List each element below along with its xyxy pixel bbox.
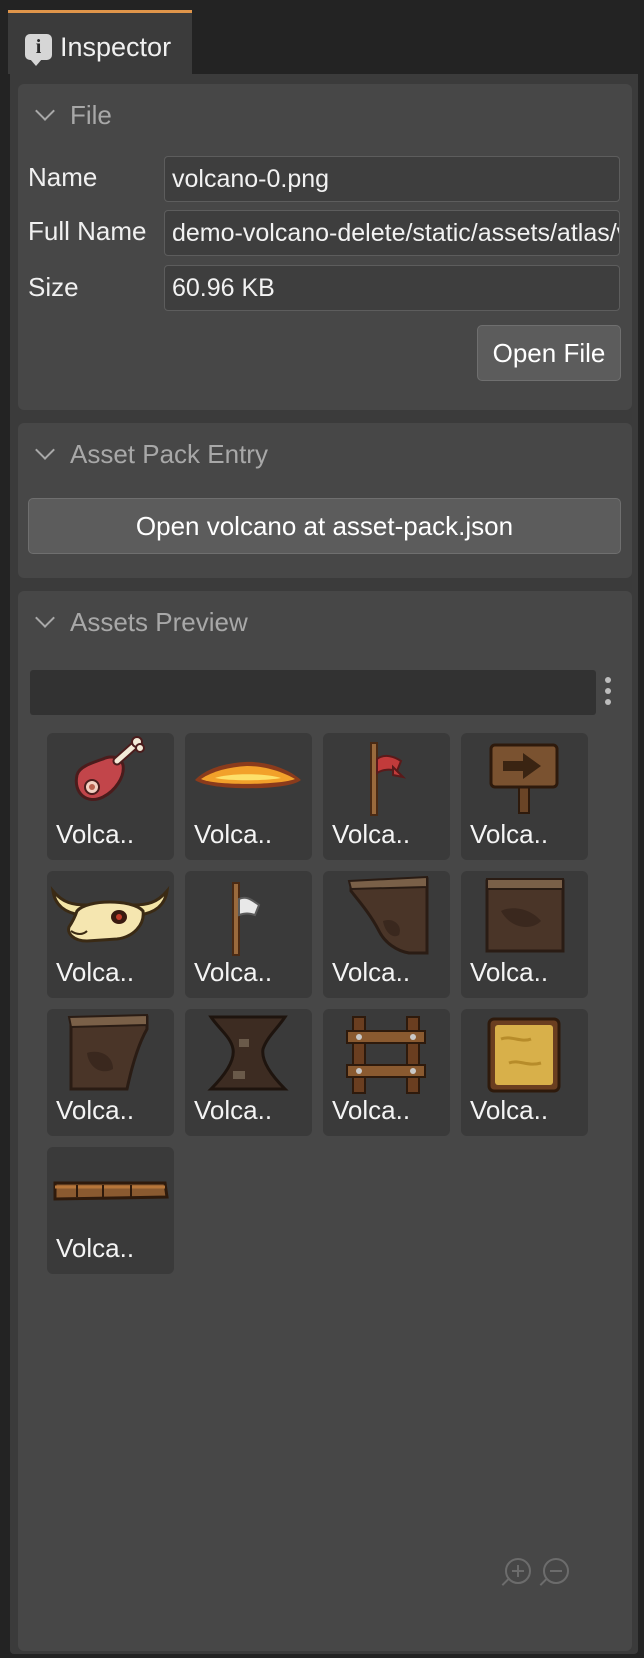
bull-skull-icon bbox=[50, 885, 170, 943]
asset-item[interactable]: Volca.. bbox=[323, 871, 450, 998]
asset-label: Volca.. bbox=[470, 957, 549, 987]
asset-pack-section-header[interactable]: Asset Pack Entry bbox=[35, 438, 268, 469]
asset-label: Volca.. bbox=[332, 819, 411, 849]
open-file-button[interactable]: Open File bbox=[477, 325, 621, 381]
red-flag-icon bbox=[370, 742, 407, 816]
asset-label: Volca.. bbox=[56, 1233, 135, 1263]
zoom-in-icon[interactable] bbox=[501, 1558, 531, 1586]
size-label: Size bbox=[28, 272, 79, 302]
file-section-header[interactable]: File bbox=[35, 99, 112, 130]
full-name-label: Full Name bbox=[28, 216, 147, 246]
sand-crate-icon bbox=[487, 1017, 561, 1093]
tab-label: Inspector bbox=[60, 32, 172, 62]
chevron-down-icon bbox=[35, 608, 55, 628]
asset-item[interactable]: Volca.. bbox=[47, 871, 174, 998]
info-icon: i bbox=[25, 34, 52, 66]
section-title: File bbox=[70, 99, 112, 130]
assets-preview-section-header[interactable]: Assets Preview bbox=[35, 606, 248, 637]
asset-item[interactable]: Volca.. bbox=[323, 1009, 450, 1136]
asset-label: Volca.. bbox=[332, 957, 411, 987]
zoom-out-icon[interactable] bbox=[539, 1558, 569, 1586]
asset-item[interactable]: Volca.. bbox=[47, 1009, 174, 1136]
asset-label: Volca.. bbox=[194, 957, 273, 987]
ground-edge-icon bbox=[347, 875, 429, 955]
asset-label: Volca.. bbox=[470, 1095, 549, 1125]
tab-inspector[interactable]: i Inspector bbox=[8, 10, 192, 74]
asset-item[interactable]: Volca.. bbox=[461, 733, 588, 860]
name-label: Name bbox=[28, 162, 98, 192]
ground-corner-icon bbox=[67, 1013, 149, 1091]
ground-block-icon bbox=[485, 878, 565, 953]
section-title: Asset Pack Entry bbox=[70, 438, 268, 469]
more-options-icon[interactable] bbox=[604, 677, 612, 705]
size-field[interactable]: 60.96 KB bbox=[164, 265, 620, 311]
asset-label: Volca.. bbox=[470, 819, 549, 849]
chevron-down-icon bbox=[35, 440, 55, 460]
rock-pillar-icon bbox=[207, 1015, 289, 1091]
arrow-sign-icon bbox=[489, 743, 559, 814]
open-asset-pack-button[interactable]: Open volcano at asset-pack.json bbox=[28, 498, 621, 554]
asset-pack-section: Asset Pack Entry Open volcano at asset-p… bbox=[18, 423, 632, 578]
ladder-icon bbox=[346, 1016, 426, 1094]
asset-label: Volca.. bbox=[194, 1095, 273, 1125]
asset-item[interactable]: Volca.. bbox=[47, 733, 174, 860]
wood-plank-icon bbox=[53, 1181, 169, 1201]
asset-label: Volca.. bbox=[56, 957, 135, 987]
asset-item[interactable]: Volca.. bbox=[461, 871, 588, 998]
asset-label: Volca.. bbox=[194, 819, 273, 849]
asset-item[interactable]: Volca.. bbox=[47, 1147, 174, 1274]
asset-item[interactable]: Volca.. bbox=[461, 1009, 588, 1136]
lava-pool-icon bbox=[195, 761, 301, 789]
asset-label: Volca.. bbox=[332, 1095, 411, 1125]
asset-item[interactable]: Volca.. bbox=[185, 1009, 312, 1136]
filter-input[interactable] bbox=[30, 670, 596, 715]
assets-preview-section: Assets Preview Volca.. Volca.. Volca.. V… bbox=[18, 591, 632, 1651]
file-section: File Name volcano-0.png Full Name demo-v… bbox=[18, 84, 632, 410]
title-bar: i Inspector bbox=[0, 0, 644, 74]
asset-label: Volca.. bbox=[56, 819, 135, 849]
section-title: Assets Preview bbox=[70, 606, 248, 637]
chevron-down-icon bbox=[35, 101, 55, 121]
asset-item[interactable]: Volca.. bbox=[185, 871, 312, 998]
asset-label: Volca.. bbox=[56, 1095, 135, 1125]
full-name-field[interactable]: demo-volcano-delete/static/assets/atlas/… bbox=[164, 210, 620, 256]
name-field[interactable]: volcano-0.png bbox=[164, 156, 620, 202]
meat-leg-icon bbox=[74, 736, 145, 801]
asset-item[interactable]: Volca.. bbox=[323, 733, 450, 860]
white-flag-icon bbox=[232, 882, 261, 956]
inspector-panel: File Name volcano-0.png Full Name demo-v… bbox=[10, 74, 638, 1654]
asset-item[interactable]: Volca.. bbox=[185, 733, 312, 860]
